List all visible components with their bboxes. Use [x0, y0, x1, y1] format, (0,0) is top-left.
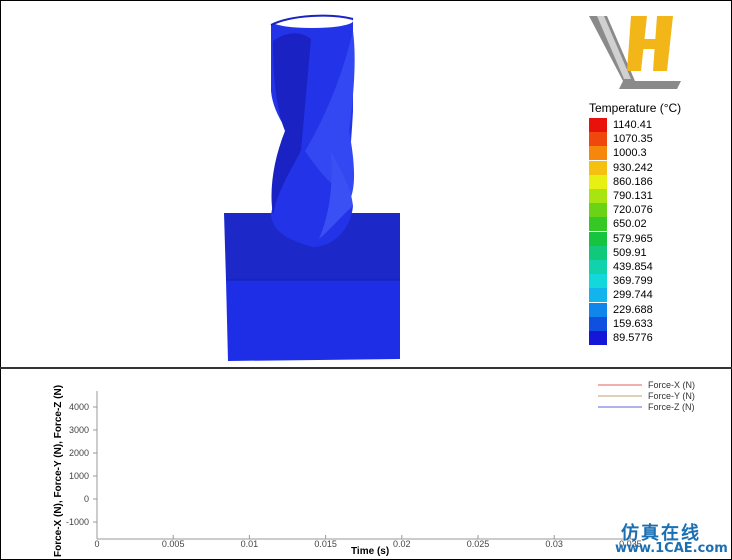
legend-swatch: [589, 118, 607, 132]
legend-swatch: [589, 174, 607, 189]
workpiece-front-face: [226, 280, 400, 361]
legend-value: 229.688: [613, 303, 653, 316]
legend-value: 89.5776: [613, 332, 653, 344]
legend-value: 579.965: [613, 232, 653, 245]
legend-swatch: [589, 316, 607, 331]
3d-viewport[interactable]: Temperature (°C) 1140.41 1070.35 1000.3 930…: [0, 0, 732, 367]
legend-value: 790.131: [613, 190, 653, 202]
legend-entry: 1070.35: [589, 132, 653, 147]
legend-entry: 229.688: [589, 302, 653, 317]
x-tick-label: 0.03: [545, 539, 563, 549]
legend-value: 439.854: [613, 261, 653, 273]
legend-entry: 579.965: [589, 231, 653, 246]
legend-entry: 159.633: [589, 316, 653, 331]
legend-swatch: [589, 132, 607, 147]
x-tick-label: 0.015: [314, 539, 337, 549]
force-plot-panel[interactable]: Force-X (N), Force-Y (N), Force-Z (N) Ti…: [0, 369, 732, 560]
legend-entry: 439.854: [589, 260, 653, 274]
y-tick-label: 0: [84, 494, 89, 504]
legend-entry: 790.131: [589, 189, 653, 203]
legend-title: Temperature (°C): [589, 101, 682, 115]
y-tick-label: 1000: [69, 471, 89, 481]
legend-swatch: [589, 288, 607, 303]
legend-swatch: [589, 331, 607, 345]
x-tick-label: 0.01: [241, 539, 259, 549]
legend-entry: 509.91: [589, 245, 647, 260]
x-axis-title: Time (s): [351, 546, 389, 557]
legend-swatch: [589, 146, 607, 161]
legend-value: 720.076: [613, 204, 653, 217]
y-tick-label: 3000: [69, 425, 89, 435]
legend-value: 509.91: [613, 246, 647, 259]
legend-value: 369.799: [613, 275, 653, 288]
legend-value: 860.186: [613, 175, 653, 188]
x-tick-label: 0.02: [393, 539, 411, 549]
legend-swatch: [589, 189, 607, 203]
x-tick-label: 0.025: [467, 539, 490, 549]
x-tick-label: 0: [94, 539, 99, 549]
legend-swatch: [589, 231, 607, 246]
legend-swatch: [589, 274, 607, 289]
legend-value: 1140.41: [613, 119, 652, 131]
legend-entry: 369.799: [589, 274, 653, 289]
legend-entry: 1000.3: [589, 146, 647, 161]
y-tick-label: -1000: [66, 517, 89, 527]
legend-entry: 89.5776: [589, 331, 653, 345]
legend-swatch: [589, 245, 607, 260]
y-axis-title: Force-X (N), Force-Y (N), Force-Z (N): [53, 385, 64, 557]
watermark-url: www.1CAE.com: [615, 541, 728, 556]
legend-entry: 860.186: [589, 174, 653, 189]
legend-value: 1000.3: [613, 147, 647, 160]
brand-logo: [589, 16, 681, 89]
legend-swatch: [589, 302, 607, 317]
legend-entry: 930.242: [589, 160, 653, 175]
legend-entry: 720.076: [589, 203, 653, 218]
legend-entry: 650.02: [589, 217, 647, 232]
legend-value: 930.242: [613, 161, 653, 174]
legend-value: 159.633: [613, 317, 653, 330]
legend-entry: 299.744: [589, 288, 653, 303]
y-tick-label: 4000: [69, 402, 89, 412]
legend-swatch: [589, 260, 607, 274]
plot-legend-label: Force-Z (N): [648, 402, 695, 412]
legend-swatch: [589, 203, 607, 218]
legend-value: 1070.35: [613, 133, 653, 146]
legend-swatch: [589, 160, 607, 175]
y-tick-label: 2000: [69, 448, 89, 458]
x-tick-label: 0.005: [162, 539, 185, 549]
legend-value: 299.744: [613, 289, 653, 302]
plot-legend-label: Force-Y (N): [648, 391, 695, 401]
legend-entry: 1140.41: [589, 118, 652, 132]
legend-swatch: [589, 217, 607, 232]
plot-legend: Force-X (N)Force-Y (N)Force-Z (N): [598, 380, 695, 412]
legend-value: 650.02: [613, 218, 647, 231]
plot-legend-label: Force-X (N): [648, 380, 695, 390]
